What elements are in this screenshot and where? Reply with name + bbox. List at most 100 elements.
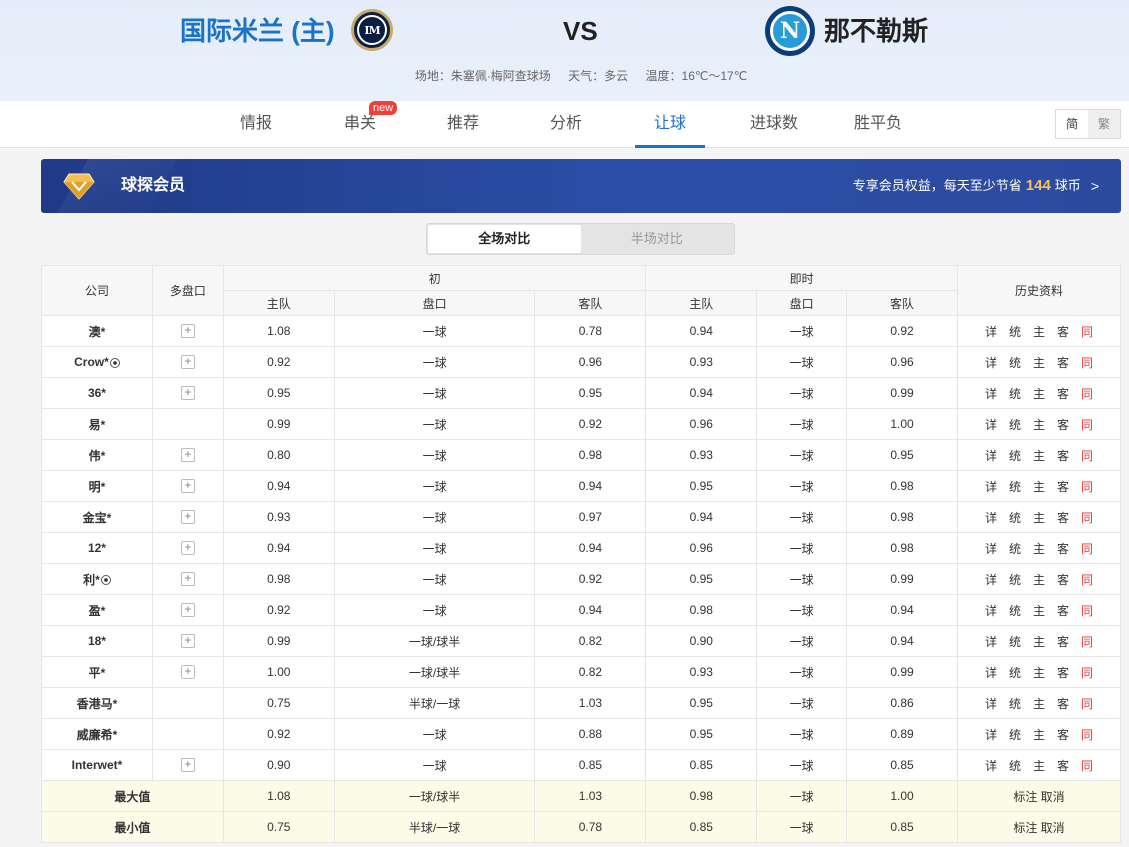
company-name[interactable]: 金宝* xyxy=(41,501,153,533)
plus-icon[interactable]: + xyxy=(180,758,195,773)
initial-away-odds[interactable]: 0.92 xyxy=(534,563,647,595)
live-away-odds[interactable]: 0.99 xyxy=(846,656,958,688)
company-name[interactable]: 明* xyxy=(41,470,153,502)
history-link-0[interactable]: 详 xyxy=(985,602,997,619)
initial-away-odds[interactable]: 0.98 xyxy=(534,439,647,471)
history-link-2[interactable]: 主 xyxy=(1033,385,1045,402)
initial-line[interactable]: 一球 xyxy=(333,377,536,409)
live-line[interactable]: 一球 xyxy=(756,563,848,595)
history-link-1[interactable]: 统 xyxy=(1009,447,1021,464)
live-line[interactable]: 一球 xyxy=(756,718,848,750)
history-link-4[interactable]: 同 xyxy=(1081,385,1093,402)
company-name[interactable]: 澳* xyxy=(41,315,153,347)
history-link-2[interactable]: 主 xyxy=(1033,602,1045,619)
live-home-odds[interactable]: 0.85 xyxy=(645,749,758,781)
live-away-odds[interactable]: 0.85 xyxy=(846,749,958,781)
history-link-3[interactable]: 客 xyxy=(1057,354,1069,371)
live-away-odds[interactable]: 0.96 xyxy=(846,346,958,378)
initial-home-odds[interactable]: 0.93 xyxy=(222,501,335,533)
history-link-2[interactable]: 主 xyxy=(1033,416,1045,433)
tab-handicap[interactable]: 让球 xyxy=(635,101,705,148)
history-link-2[interactable]: 主 xyxy=(1033,509,1045,526)
initial-away-odds[interactable]: 0.94 xyxy=(534,594,647,626)
initial-away-odds[interactable]: 0.94 xyxy=(534,532,647,564)
away-team-name[interactable]: 那不勒斯 xyxy=(824,14,928,48)
initial-line[interactable]: 一球 xyxy=(333,718,536,750)
history-link-1[interactable]: 统 xyxy=(1009,571,1021,588)
history-link-4[interactable]: 同 xyxy=(1081,354,1093,371)
initial-home-odds[interactable]: 0.94 xyxy=(222,532,335,564)
initial-line[interactable]: 一球 xyxy=(333,439,536,471)
inter-milan-logo-icon[interactable]: IM xyxy=(351,9,393,51)
initial-home-odds[interactable]: 0.92 xyxy=(222,346,335,378)
history-link-4[interactable]: 同 xyxy=(1081,416,1093,433)
history-link-0[interactable]: 详 xyxy=(985,323,997,340)
live-home-odds[interactable]: 0.94 xyxy=(645,377,758,409)
initial-away-odds[interactable]: 0.96 xyxy=(534,346,647,378)
history-link-0[interactable]: 详 xyxy=(985,571,997,588)
history-link-1[interactable]: 统 xyxy=(1009,354,1021,371)
live-away-odds[interactable]: 0.94 xyxy=(846,594,958,626)
initial-home-odds[interactable]: 0.90 xyxy=(222,749,335,781)
live-line[interactable]: 一球 xyxy=(756,532,848,564)
live-home-odds[interactable]: 0.95 xyxy=(645,687,758,719)
initial-home-odds[interactable]: 0.80 xyxy=(222,439,335,471)
half-match-button[interactable]: 半场对比 xyxy=(581,225,734,253)
history-link-3[interactable]: 客 xyxy=(1057,540,1069,557)
company-name[interactable]: 盈* xyxy=(41,594,153,626)
initial-away-odds[interactable]: 0.88 xyxy=(534,718,647,750)
home-team-name[interactable]: 国际米兰 (主) xyxy=(180,14,335,48)
history-link-0[interactable]: 详 xyxy=(985,447,997,464)
initial-line[interactable]: 一球 xyxy=(333,532,536,564)
history-link-4[interactable]: 同 xyxy=(1081,323,1093,340)
history-link-1[interactable]: 统 xyxy=(1009,385,1021,402)
plus-icon[interactable]: + xyxy=(180,634,195,649)
history-link-4[interactable]: 同 xyxy=(1081,447,1093,464)
plus-icon[interactable]: + xyxy=(180,510,195,525)
history-link-2[interactable]: 主 xyxy=(1033,726,1045,743)
history-link-3[interactable]: 客 xyxy=(1057,385,1069,402)
tab-intel[interactable]: 情报 xyxy=(238,101,274,148)
company-name[interactable]: 利* xyxy=(41,563,153,595)
plus-icon[interactable]: + xyxy=(180,603,195,618)
initial-home-odds[interactable]: 0.95 xyxy=(222,377,335,409)
live-away-odds[interactable]: 0.99 xyxy=(846,377,958,409)
history-link-3[interactable]: 客 xyxy=(1057,478,1069,495)
history-link-1[interactable]: 统 xyxy=(1009,664,1021,681)
initial-line[interactable]: 一球 xyxy=(333,315,536,347)
tab-analysis[interactable]: 分析 xyxy=(548,101,584,148)
live-away-odds[interactable]: 0.86 xyxy=(846,687,958,719)
history-link-2[interactable]: 主 xyxy=(1033,540,1045,557)
live-home-odds[interactable]: 0.94 xyxy=(645,315,758,347)
history-link-2[interactable]: 主 xyxy=(1033,323,1045,340)
live-away-odds[interactable]: 0.98 xyxy=(846,501,958,533)
live-home-odds[interactable]: 0.96 xyxy=(645,408,758,440)
initial-line[interactable]: 一球 xyxy=(333,408,536,440)
initial-away-odds[interactable]: 0.82 xyxy=(534,656,647,688)
live-line[interactable]: 一球 xyxy=(756,408,848,440)
company-name[interactable]: 伟* xyxy=(41,439,153,471)
history-link-2[interactable]: 主 xyxy=(1033,664,1045,681)
tab-recommend[interactable]: 推荐 xyxy=(445,101,481,148)
live-away-odds[interactable]: 0.92 xyxy=(846,315,958,347)
initial-home-odds[interactable]: 0.94 xyxy=(222,470,335,502)
history-link-4[interactable]: 同 xyxy=(1081,695,1093,712)
live-away-odds[interactable]: 1.00 xyxy=(846,408,958,440)
history-link-1[interactable]: 统 xyxy=(1009,602,1021,619)
company-name[interactable]: 12* xyxy=(41,532,153,564)
initial-home-odds[interactable]: 0.92 xyxy=(222,718,335,750)
initial-away-odds[interactable]: 0.78 xyxy=(534,315,647,347)
history-link-3[interactable]: 客 xyxy=(1057,323,1069,340)
initial-away-odds[interactable]: 0.94 xyxy=(534,470,647,502)
company-name[interactable]: 18* xyxy=(41,625,153,657)
member-banner[interactable]: 球探会员 专享会员权益，每天至少节省 144 球币 > xyxy=(41,159,1121,213)
initial-home-odds[interactable]: 0.75 xyxy=(222,687,335,719)
history-link-0[interactable]: 详 xyxy=(985,633,997,650)
history-link-4[interactable]: 同 xyxy=(1081,540,1093,557)
history-link-0[interactable]: 详 xyxy=(985,416,997,433)
initial-line[interactable]: 一球 xyxy=(333,501,536,533)
live-away-odds[interactable]: 0.98 xyxy=(846,470,958,502)
live-line[interactable]: 一球 xyxy=(756,656,848,688)
history-link-3[interactable]: 客 xyxy=(1057,416,1069,433)
live-away-odds[interactable]: 0.94 xyxy=(846,625,958,657)
